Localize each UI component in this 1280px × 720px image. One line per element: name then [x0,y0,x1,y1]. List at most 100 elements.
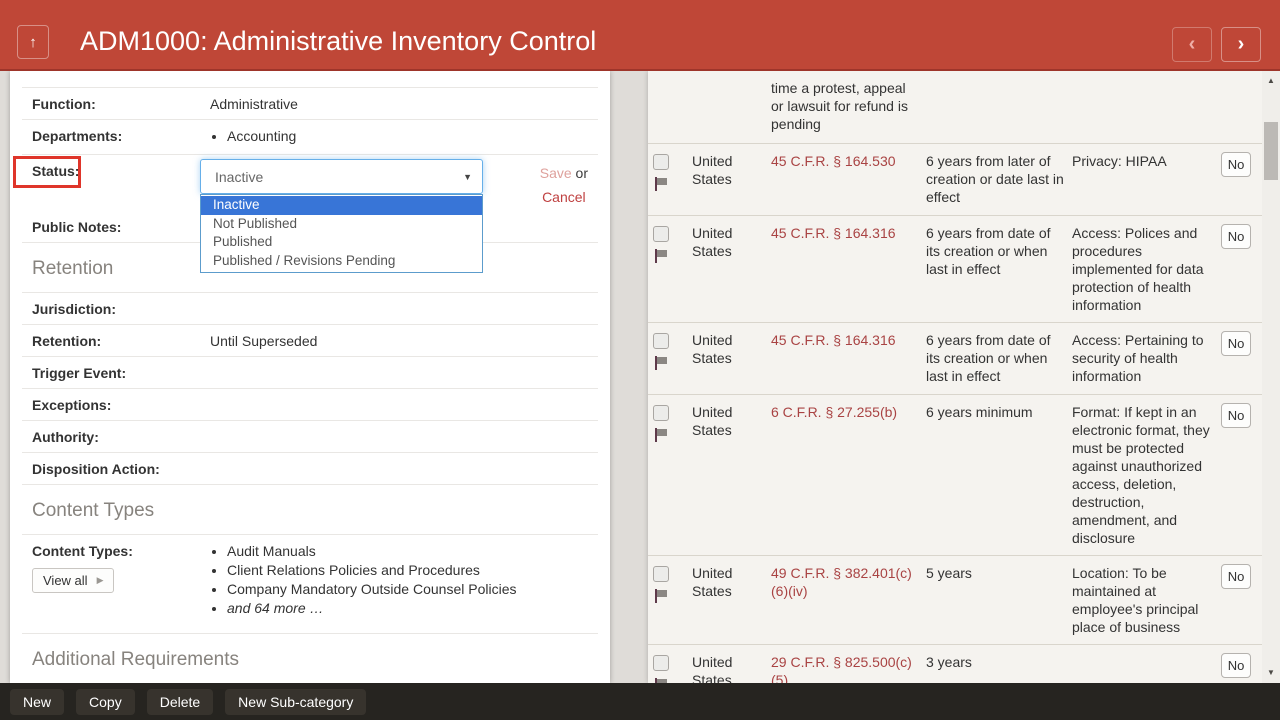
country-cell: United States [692,653,771,683]
retention-period-cell: 6 years from date of its creation or whe… [926,331,1072,386]
delete-button[interactable]: Delete [147,689,213,715]
retention-value: Until Superseded [210,333,598,349]
exceptions-value [210,397,598,413]
content-type-item: Company Mandatory Outside Counsel Polici… [227,581,598,597]
citation-link[interactable]: 29 C.F.R. § 825.500(c)(5) [771,653,926,683]
field-row-exceptions: Exceptions: [22,389,598,421]
citation-link[interactable]: 45 C.F.R. § 164.316 [771,331,926,386]
row-checkbox[interactable] [653,405,669,421]
status-option-inactive[interactable]: Inactive [201,196,482,215]
jurisdiction-label: Jurisdiction: [32,301,210,317]
description-cell: Access: Polices and procedures implement… [1072,224,1221,314]
citations-table: time a protest, appeal or lawsuit for re… [648,71,1262,683]
content-type-item: Client Relations Policies and Procedures [227,562,598,578]
save-link[interactable]: Save [540,165,572,181]
up-arrow-icon: ↑ [29,34,37,51]
disposition-action-value [210,461,598,477]
view-all-label: View all [43,573,88,588]
detail-panel: Function: Administrative Departments: Ac… [10,71,610,683]
field-row-retention: Retention: Until Superseded [22,325,598,357]
app-header: ↑ ADM1000: Administrative Inventory Cont… [0,0,1280,71]
status-select[interactable]: Inactive ▼ [200,159,483,194]
row-checkbox[interactable] [653,566,669,582]
field-row-trigger-event: Trigger Event: [22,357,598,389]
scroll-up-icon[interactable]: ▲ [1262,73,1280,89]
previous-record-button[interactable]: ‹ [1172,27,1212,62]
authority-label: Authority: [32,429,210,445]
trigger-event-value [210,365,598,381]
field-row-departments: Departments: Accounting [22,120,598,155]
row-checkbox[interactable] [653,226,669,242]
scrollbar-thumb[interactable] [1264,122,1278,180]
exclude-toggle-button[interactable]: No [1221,152,1251,177]
field-row-content-types: Content Types: View all ▶ Audit Manuals … [22,534,598,634]
table-row: United States 49 C.F.R. § 382.401(c)(6)(… [648,556,1262,645]
retention-period-cell: 3 years [926,653,1072,683]
field-row-jurisdiction: Jurisdiction: [22,292,598,325]
retention-period-cell: 6 years minimum [926,403,1072,547]
function-value: Administrative [210,96,598,112]
select-dropdown-arrow-icon: ▼ [463,172,472,182]
next-record-button[interactable]: › [1221,27,1261,62]
function-label: Function: [32,96,210,112]
exclude-toggle-button[interactable]: No [1221,564,1251,589]
content-types-label: Content Types: [32,543,210,559]
citation-link[interactable]: 45 C.F.R. § 164.316 [771,224,926,314]
table-row: United States 29 C.F.R. § 825.500(c)(5) … [648,645,1262,683]
citation-link[interactable]: 6 C.F.R. § 27.255(b) [771,403,926,547]
description-cell: Location: To be maintained at employee's… [1072,564,1221,636]
country-cell: United States [692,564,771,636]
retention-label: Retention: [32,333,210,349]
row-checkbox[interactable] [653,333,669,349]
exclude-toggle-button[interactable]: No [1221,224,1251,249]
exclude-toggle-button[interactable]: No [1221,653,1251,678]
status-option-published-revisions-pending[interactable]: Published / Revisions Pending [201,252,482,271]
navigate-up-button[interactable]: ↑ [17,25,49,59]
country-cell: United States [692,152,771,207]
row-checkbox[interactable] [653,655,669,671]
chevron-left-icon: ‹ [1189,33,1196,56]
citation-link[interactable]: 49 C.F.R. § 382.401(c)(6)(iv) [771,564,926,636]
save-cancel-group: Save or Cancel [540,161,588,209]
chevron-right-icon: › [1238,33,1245,56]
status-option-not-published[interactable]: Not Published [201,215,482,234]
description-cell [1072,653,1221,683]
additional-requirements-heading: Additional Requirements [32,649,598,671]
retention-period-cell: 6 years from date of its creation or whe… [926,224,1072,314]
table-row: time a protest, appeal or lawsuit for re… [648,71,1262,144]
new-sub-category-button[interactable]: New Sub-category [225,689,366,715]
disposition-action-label: Disposition Action: [32,461,210,477]
table-row: United States 45 C.F.R. § 164.530 6 year… [648,144,1262,216]
departments-label: Departments: [32,128,210,147]
flag-icon [653,176,669,192]
field-row-disposition: Disposition Action: [22,453,598,485]
description-cell: Access: Pertaining to security of health… [1072,331,1221,386]
citation-link[interactable]: 45 C.F.R. § 164.530 [771,152,926,207]
table-row: United States 45 C.F.R. § 164.316 6 year… [648,216,1262,323]
new-button[interactable]: New [10,689,64,715]
country-cell: United States [692,403,771,547]
copy-button[interactable]: Copy [76,689,135,715]
view-all-arrow-icon: ▶ [97,575,104,586]
exceptions-label: Exceptions: [32,397,210,413]
description-cell: Privacy: HIPAA [1072,152,1221,207]
scroll-down-icon[interactable]: ▼ [1262,665,1280,681]
field-row-function: Function: Administrative [22,88,598,120]
retention-period-cell: 6 years from later of creation or date l… [926,152,1072,207]
content-type-item: Audit Manuals [227,543,598,559]
vertical-scrollbar[interactable]: ▲ ▼ [1262,71,1280,683]
status-selected-value: Inactive [215,169,463,185]
retention-period-cell: 5 years [926,564,1072,636]
status-option-published[interactable]: Published [201,233,482,252]
cancel-link[interactable]: Cancel [540,185,588,209]
flag-icon [653,248,669,264]
view-all-button[interactable]: View all ▶ [32,568,114,593]
flag-icon [653,355,669,371]
department-item: Accounting [227,128,598,144]
exclude-toggle-button[interactable]: No [1221,331,1251,356]
exclude-toggle-button[interactable]: No [1221,403,1251,428]
bottom-toolbar: New Copy Delete New Sub-category [0,683,1280,720]
row-checkbox[interactable] [653,154,669,170]
truncated-row-divider [22,71,598,88]
retention-period-cell: time a protest, appeal or lawsuit for re… [771,79,926,135]
